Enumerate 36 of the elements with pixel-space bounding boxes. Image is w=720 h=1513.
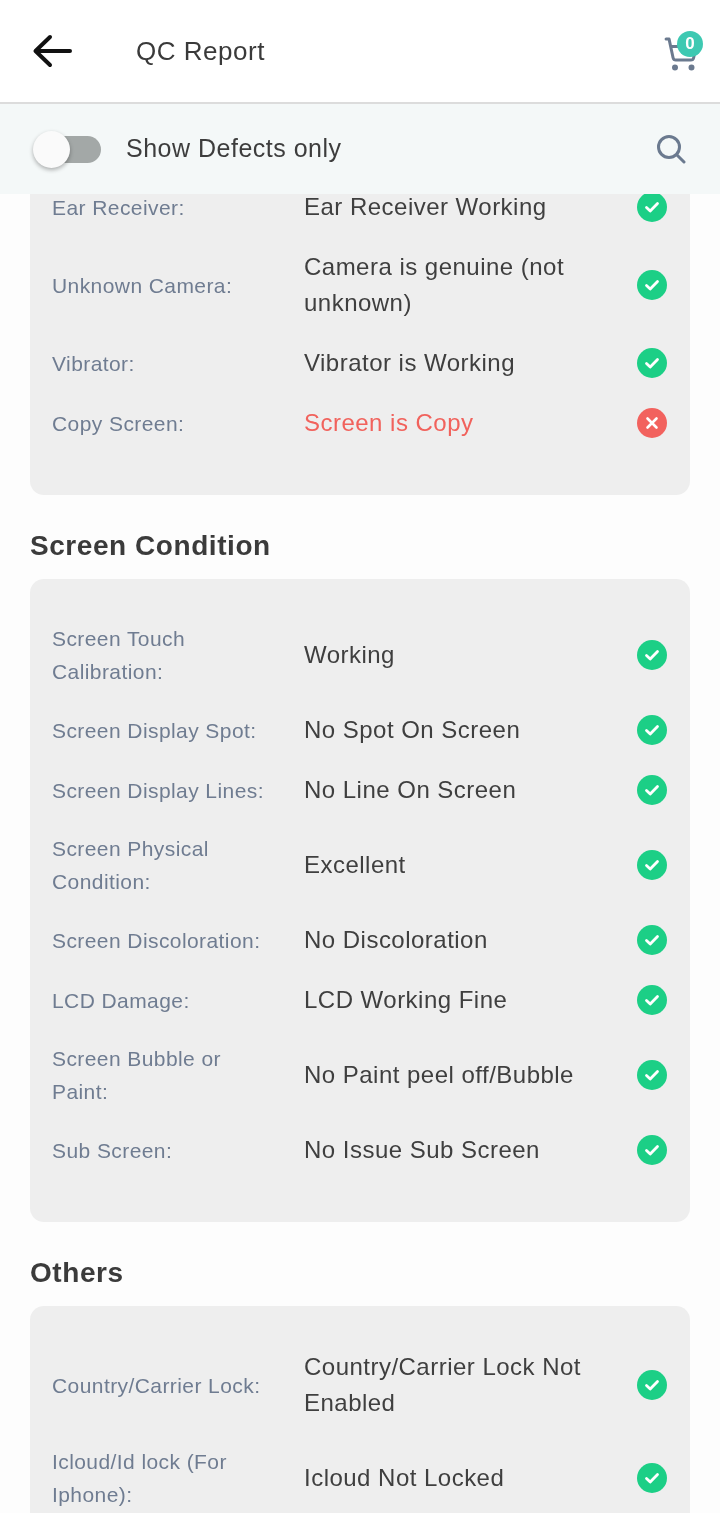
item-label: Ear Receiver: [52, 194, 186, 221]
item-label: Screen Display Spot: [52, 717, 258, 744]
result-text: Excellent [304, 850, 407, 880]
result-text: No Line On Screen [304, 775, 518, 805]
result-text: Ear Receiver Working [304, 194, 548, 222]
result-text: Screen is Copy [304, 408, 475, 438]
item-label: Sub Screen: [52, 1137, 174, 1164]
result-text: Camera is genuine (not unknown) [304, 252, 566, 318]
result-text: LCD Working Fine [304, 985, 509, 1015]
result-text: Vibrator is Working [304, 348, 516, 378]
section-heading: Screen Condition [30, 529, 272, 563]
result-text: No Spot On Screen [304, 715, 522, 745]
item-label: Copy Screen: [52, 410, 186, 437]
result-text: No Discoloration [304, 925, 489, 955]
item-label: Icloud/Id lock (For Iphone): [52, 1449, 228, 1508]
item-label: Screen Touch Calibration: [52, 626, 187, 685]
result-text: Working [304, 640, 396, 670]
toggle-label: Show Defects only [126, 133, 342, 165]
cart-button[interactable]: 0 [663, 30, 703, 72]
item-label: Unknown Camera: [52, 272, 234, 299]
result-text: Country/Carrier Lock Not Enabled [304, 1352, 582, 1418]
toggle-switch[interactable] [33, 130, 101, 168]
item-label: Screen Display Lines: [52, 777, 265, 804]
item-label: Screen Physical Condition: [52, 836, 210, 895]
result-text: No Issue Sub Screen [304, 1135, 541, 1165]
result-text: Icloud Not Locked [304, 1463, 506, 1493]
item-label: Country/Carrier Lock: [52, 1372, 262, 1399]
item-label: Vibrator: [52, 350, 136, 377]
search-icon[interactable] [656, 134, 686, 164]
item-label: LCD Damage: [52, 987, 191, 1014]
section-heading: Others [30, 1256, 125, 1290]
item-label: Screen Discoloration: [52, 927, 262, 954]
page-title: QC Report [136, 34, 265, 68]
result-text: No Paint peel off/Bubble [304, 1060, 575, 1090]
item-label: Screen Bubble or Paint: [52, 1046, 222, 1105]
cart-count-badge: 0 [677, 30, 703, 57]
